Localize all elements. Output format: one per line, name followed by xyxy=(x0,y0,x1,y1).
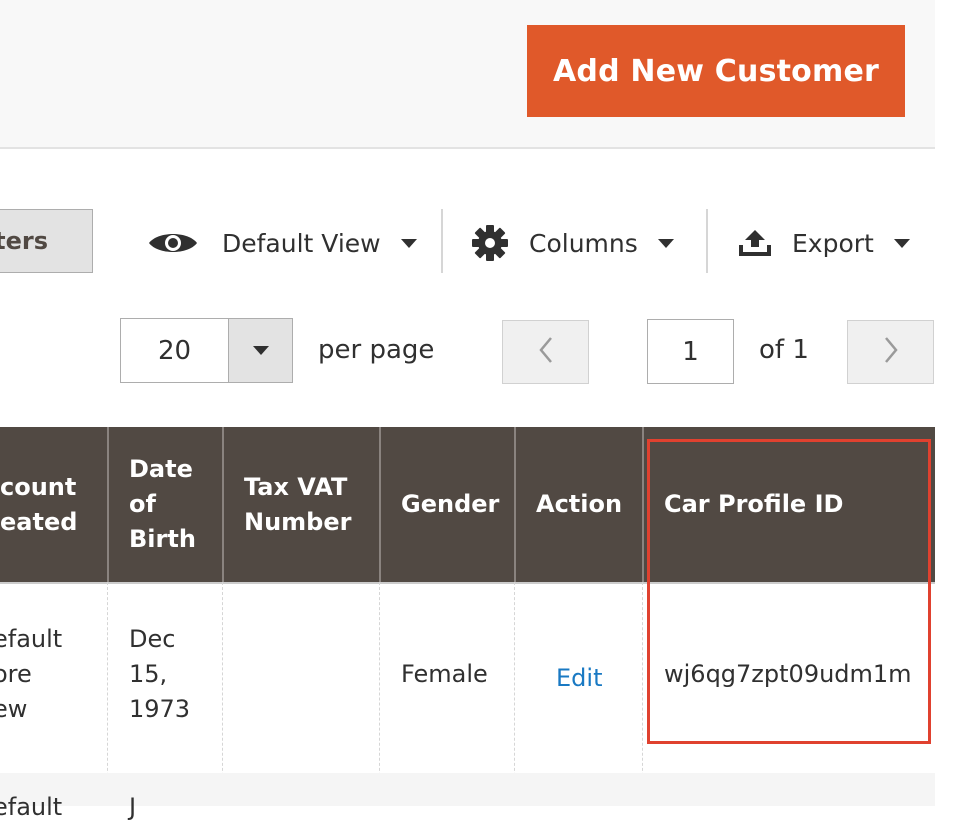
edit-link[interactable]: Edit xyxy=(556,661,602,696)
row-divider xyxy=(0,582,935,584)
column-header-account-created[interactable]: count eated xyxy=(0,427,108,582)
gear-icon xyxy=(472,225,508,261)
cell-car-profile-id: wj6qg7zpt09udm1m xyxy=(664,660,912,688)
add-new-customer-button[interactable]: Add New Customer xyxy=(527,25,905,117)
filters-label: ters xyxy=(0,227,48,255)
chevron-down-icon xyxy=(252,346,269,355)
cell-account-created: efault xyxy=(0,793,63,821)
current-page-input[interactable]: 1 xyxy=(647,319,734,384)
cell-account-created: efault ore ew xyxy=(0,625,63,723)
chevron-down-icon xyxy=(893,238,910,248)
column-header-action: Action xyxy=(536,490,623,518)
filters-button[interactable]: ters xyxy=(0,209,93,273)
current-page-value: 1 xyxy=(682,336,699,367)
column-header-date-of-birth[interactable]: Date of Birth xyxy=(108,427,222,582)
per-page-label: per page xyxy=(318,335,435,365)
per-page-toggle-button[interactable] xyxy=(228,318,293,383)
eye-icon xyxy=(148,230,198,256)
default-view-label: Default View xyxy=(222,228,381,258)
per-page-input[interactable]: 20 xyxy=(120,318,228,383)
table-row: efault J xyxy=(0,773,935,821)
columns-dropdown[interactable]: Columns xyxy=(472,216,674,270)
chevron-right-icon xyxy=(883,336,899,368)
total-pages-label: of 1 xyxy=(759,335,809,365)
columns-label: Columns xyxy=(529,228,638,258)
column-header-car-profile-id[interactable]: Car Profile ID xyxy=(643,427,935,582)
default-view-dropdown[interactable]: Default View xyxy=(148,216,417,270)
cell-date-of-birth: Dec 15, 1973 xyxy=(129,625,191,723)
toolbar-divider xyxy=(706,209,708,273)
chevron-down-icon xyxy=(400,238,417,248)
export-icon xyxy=(737,228,773,258)
column-header-gender[interactable]: Gender xyxy=(380,427,514,582)
chevron-down-icon xyxy=(657,238,674,248)
export-dropdown[interactable]: Export xyxy=(737,216,910,270)
previous-page-button[interactable] xyxy=(502,320,589,384)
cell-date-of-birth: J xyxy=(129,793,137,821)
export-label: Export xyxy=(792,228,874,258)
next-page-button[interactable] xyxy=(847,320,934,384)
per-page-value: 20 xyxy=(157,335,192,366)
toolbar-divider xyxy=(441,209,443,273)
column-header-tax-vat-number[interactable]: Tax VAT Number xyxy=(223,427,379,582)
cell-gender: Female xyxy=(401,660,488,688)
chevron-left-icon xyxy=(538,336,554,368)
